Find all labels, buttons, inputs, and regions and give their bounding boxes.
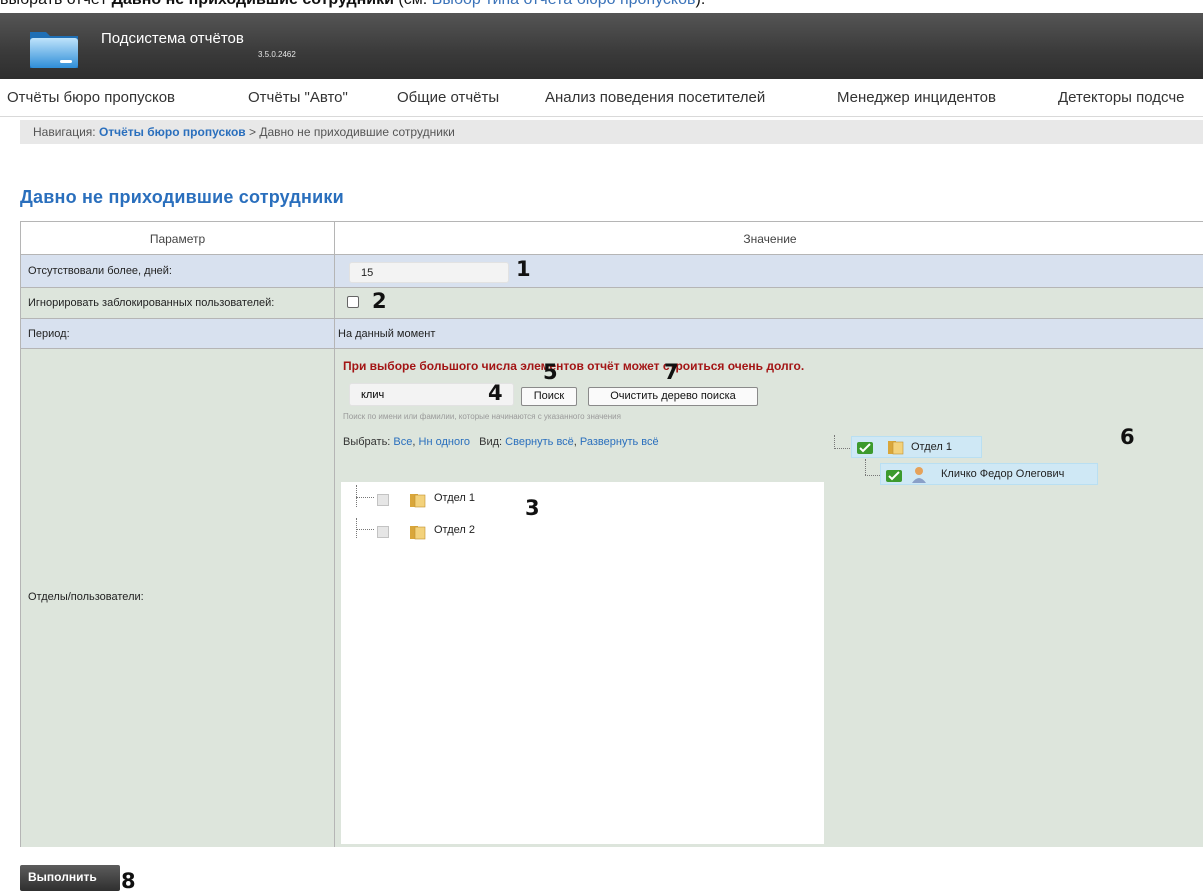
table-row-absent-days: Отсутствовали более, дней: 1 (21, 255, 1203, 288)
ignore-blocked-checkbox[interactable] (347, 296, 359, 308)
user-icon (912, 467, 926, 483)
collapse-all-link[interactable]: Свернуть всё (505, 436, 574, 448)
doc-caption-link[interactable]: Выбор типа отчета бюро пропусков (432, 0, 696, 8)
absent-days-input[interactable] (349, 262, 509, 283)
search-button[interactable]: Поиск (521, 387, 577, 406)
table-row-period: Период: На данный момент (21, 319, 1203, 349)
clear-search-tree-button[interactable]: Очистить дерево поиска (588, 387, 758, 406)
tree-node-dept-2[interactable]: Отдел 2 (377, 522, 577, 542)
annotation-5: 5 (543, 360, 558, 384)
app-header: Подсистема отчётов 3.5.0.2462 (0, 13, 1203, 79)
annotation-3: 3 (525, 496, 540, 520)
menu-item-general-reports[interactable]: Общие отчёты (397, 89, 499, 106)
tree-checkbox[interactable] (377, 494, 389, 506)
menu-item-incident-manager[interactable]: Менеджер инцидентов (837, 89, 996, 106)
annotation-1: 1 (516, 257, 531, 281)
breadcrumb-prefix: Навигация: (33, 125, 99, 139)
main-menu: Отчёты бюро пропусков Отчёты "Авто" Общи… (0, 79, 1203, 117)
large-selection-warning: При выборе большого числа элементов отчё… (343, 359, 805, 373)
reports-folder-icon (30, 32, 78, 68)
breadcrumb-current: Давно не приходившие сотрудники (259, 125, 455, 139)
table-row-ignore-blocked: Игнорировать заблокированных пользовател… (21, 288, 1203, 319)
menu-item-visitor-behavior[interactable]: Анализ поведения посетителей (545, 89, 765, 106)
search-hint: Поиск по имени или фамилии, которые начи… (343, 412, 621, 421)
departments-panel: При выборе большого числа элементов отчё… (336, 349, 1203, 847)
app-version: 3.5.0.2462 (258, 50, 296, 59)
report-page: выбрать отчёт Давно не приходившие сотру… (0, 0, 1203, 894)
doc-caption: выбрать отчёт Давно не приходившие сотру… (0, 0, 1203, 11)
folder-icon (410, 526, 426, 540)
select-label: Выбрать: (343, 436, 394, 448)
view-label: Вид: (479, 436, 506, 448)
menu-item-counter-detectors[interactable]: Детекторы подсче (1058, 89, 1185, 106)
tree-node-label: Отдел 2 (434, 524, 475, 536)
tree-checkbox[interactable] (377, 526, 389, 538)
tree-node-dept-1[interactable]: Отдел 1 (377, 490, 577, 510)
select-view-links: Выбрать: Все, Нн одного Вид: Свернуть вс… (343, 436, 659, 448)
folder-icon (410, 494, 426, 508)
period-label: Период: (28, 328, 70, 340)
app-title: Подсистема отчётов (101, 30, 244, 47)
table-header-row: Параметр Значение (21, 222, 1203, 255)
annotation-8: 8 (121, 869, 136, 893)
departments-label: Отделы/пользователи: (28, 591, 144, 603)
column-header-param: Параметр (21, 222, 335, 254)
checked-icon (857, 442, 873, 454)
doc-caption-bold: Давно не приходившие сотрудники (112, 0, 394, 8)
select-none-link[interactable]: Нн одного (419, 436, 470, 448)
page-title: Давно не приходившие сотрудники (20, 187, 344, 207)
breadcrumb-link[interactable]: Отчёты бюро пропусков (99, 125, 246, 139)
menu-item-pass-office-reports[interactable]: Отчёты бюро пропусков (7, 89, 175, 106)
annotation-7: 7 (664, 360, 679, 384)
menu-item-auto-reports[interactable]: Отчёты "Авто" (248, 89, 348, 106)
select-all-link[interactable]: Все (393, 436, 412, 448)
result-node-user[interactable]: Кличко Федор Олегович (880, 463, 1098, 485)
departments-tree: Отдел 1 Отдел 2 3 (341, 482, 824, 844)
column-header-value: Значение (743, 232, 797, 246)
search-results-tree: Отдел 1 Кличко Федор Олегович 6 (831, 425, 1191, 543)
doc-caption-prefix: выбрать отчёт (0, 0, 112, 8)
annotation-2: 2 (372, 289, 387, 313)
ignore-blocked-label: Игнорировать заблокированных пользовател… (28, 297, 275, 309)
doc-caption-mid: (см. (394, 0, 432, 8)
annotation-4: 4 (488, 381, 503, 405)
absent-days-label: Отсутствовали более, дней: (28, 265, 172, 277)
table-row-departments: Отделы/пользователи: При выборе большого… (21, 349, 1203, 847)
result-node-dept-1[interactable]: Отдел 1 (851, 436, 982, 458)
annotation-6: 6 (1120, 425, 1135, 449)
folder-icon (888, 441, 904, 455)
breadcrumb: Навигация: Отчёты бюро пропусков > Давно… (20, 120, 1203, 144)
period-value: На данный момент (338, 328, 436, 340)
breadcrumb-sep: > (245, 125, 260, 139)
run-button[interactable]: Выполнить (20, 865, 120, 891)
doc-caption-suffix: ). (696, 0, 706, 8)
parameters-table: Параметр Значение Отсутствовали более, д… (20, 221, 1203, 847)
checked-icon (886, 470, 902, 482)
tree-node-label: Отдел 1 (434, 492, 475, 504)
result-node-label: Отдел 1 (911, 441, 952, 453)
expand-all-link[interactable]: Развернуть всё (580, 436, 659, 448)
result-node-label: Кличко Федор Олегович (941, 468, 1065, 480)
